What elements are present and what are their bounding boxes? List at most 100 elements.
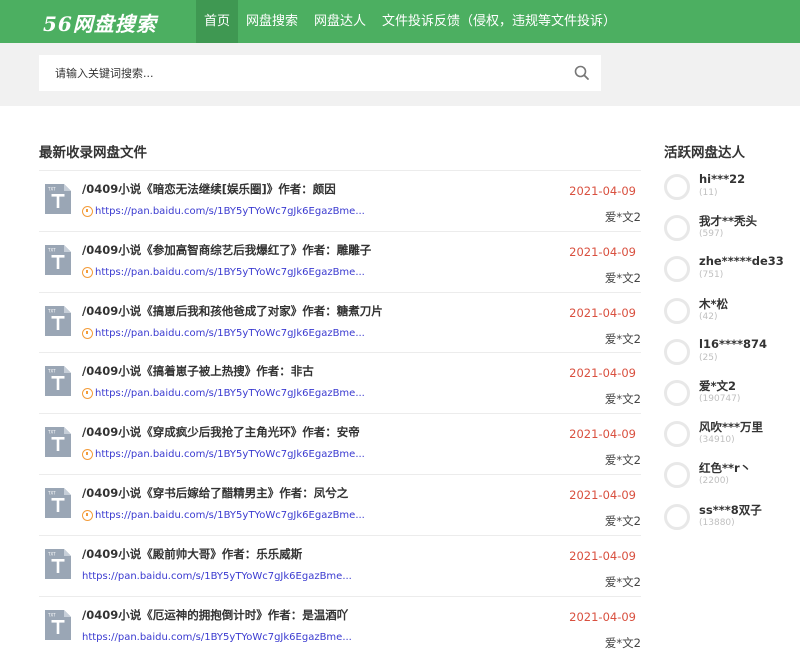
expert-item[interactable]: 风吹***万里 (34910) xyxy=(664,417,800,458)
expert-item[interactable]: 木*松 (42) xyxy=(664,294,800,335)
expert-name[interactable]: zhe*****de33 xyxy=(699,254,784,268)
avatar[interactable] xyxy=(664,215,690,242)
avatar[interactable] xyxy=(664,421,690,448)
user-list: hi***22 (11) 我才**秃头 (597) zhe*****de33 (751) 木… xyxy=(664,170,800,541)
file-link[interactable]: https://pan.baidu.com/s/1BY5yTYoWc7gJk6E… xyxy=(95,449,365,460)
expert-name[interactable]: 红色**r丶 xyxy=(699,460,751,476)
search-input[interactable] xyxy=(39,55,559,91)
file-link[interactable]: https://pan.baidu.com/s/1BY5yTYoWc7gJk6E… xyxy=(95,388,365,399)
file-list-item: TXT/0409小说《暗恋无法继续[娱乐圈]》作者：颇因 https://pan.… xyxy=(39,170,641,231)
file-uploader[interactable]: 爱*文2 xyxy=(605,635,641,651)
svg-text:TXT: TXT xyxy=(47,369,56,374)
expert-item[interactable]: hi***22 (11) xyxy=(664,170,800,211)
txt-file-icon: TXT xyxy=(45,548,71,579)
clock-icon xyxy=(82,206,93,217)
clock-icon xyxy=(82,509,93,521)
file-title[interactable]: /0409小说《穿书后嫁给了醋精男主》作者：凤兮之 xyxy=(82,485,348,501)
file-uploader[interactable]: 爱*文2 xyxy=(605,452,641,468)
file-uploader[interactable]: 爱*文2 xyxy=(605,331,641,347)
expert-item[interactable]: zhe*****de33 (751) xyxy=(664,252,800,293)
file-link[interactable]: https://pan.baidu.com/s/1BY5yTYoWc7gJk6E… xyxy=(82,632,352,643)
expert-item[interactable]: 爱*文2 (190747) xyxy=(664,376,800,417)
clock-icon xyxy=(82,266,93,278)
avatar[interactable] xyxy=(664,256,690,283)
file-title[interactable]: /0409小说《厄运神的拥抱倒计时》作者：是温酒吖 xyxy=(82,607,348,623)
file-date: 2021-04-09 xyxy=(569,305,636,320)
file-title[interactable]: /0409小说《穿成疯少后我抢了主角光环》作者：安帝 xyxy=(82,424,360,440)
file-link[interactable]: https://pan.baidu.com/s/1BY5yTYoWc7gJk6E… xyxy=(95,206,365,217)
txt-file-icon: TXT xyxy=(45,244,71,275)
file-uploader[interactable]: 爱*文2 xyxy=(605,209,641,225)
file-title[interactable]: /0409小说《搞崽后我和孩他爸成了对家》作者：糖煮刀片 xyxy=(82,303,383,319)
file-link-row: https://pan.baidu.com/s/1BY5yTYoWc7gJk6E… xyxy=(82,571,352,582)
expert-count: (2200) xyxy=(699,476,729,487)
expert-name[interactable]: 风吹***万里 xyxy=(699,419,763,435)
expert-name[interactable]: l16****874 xyxy=(699,337,767,351)
expert-item[interactable]: 红色**r丶 (2200) xyxy=(664,458,800,499)
top-header: 56网盘搜索 首页 网盘搜索 网盘达人 文件投诉反馈（侵权，违规等文件投诉） xyxy=(0,0,800,43)
file-uploader[interactable]: 爱*文2 xyxy=(605,513,641,529)
expert-count: (42) xyxy=(699,311,718,322)
expert-name[interactable]: 爱*文2 xyxy=(699,378,736,394)
file-date: 2021-04-09 xyxy=(569,184,636,198)
file-link[interactable]: https://pan.baidu.com/s/1BY5yTYoWc7gJk6E… xyxy=(95,328,365,339)
file-date: 2021-04-09 xyxy=(569,548,636,563)
main-nav: 首页 网盘搜索 网盘达人 文件投诉反馈（侵权，违规等文件投诉） xyxy=(196,0,624,43)
file-list-item: TXT/0409小说《厄运神的拥抱倒计时》作者：是温酒吖 https://pan.… xyxy=(39,595,641,657)
file-title[interactable]: /0409小说《殿前帅大哥》作者：乐乐威斯 xyxy=(82,546,302,562)
file-link-row: https://pan.baidu.com/s/1BY5yTYoWc7gJk6E… xyxy=(82,388,365,400)
file-date: 2021-04-09 xyxy=(569,366,636,381)
file-date: 2021-04-09 xyxy=(569,427,636,442)
avatar[interactable] xyxy=(664,297,690,324)
file-title[interactable]: /0409小说《暗恋无法继续[娱乐圈]》作者：颇因 xyxy=(82,181,336,197)
avatar[interactable] xyxy=(664,338,690,365)
expert-count: (751) xyxy=(699,270,724,281)
nav-pan-experts[interactable]: 网盘达人 xyxy=(306,0,374,43)
avatar[interactable] xyxy=(664,462,690,489)
expert-name[interactable]: 我才**秃头 xyxy=(699,213,757,229)
expert-item[interactable]: ss***8双子 (13880) xyxy=(664,500,800,541)
file-uploader[interactable]: 爱*文2 xyxy=(605,270,641,286)
nav-home[interactable]: 首页 xyxy=(196,0,239,43)
expert-count: (11) xyxy=(699,188,718,198)
file-link-row: https://pan.baidu.com/s/1BY5yTYoWc7gJk6E… xyxy=(82,266,365,278)
svg-text:TXT: TXT xyxy=(47,187,56,192)
expert-count: (597) xyxy=(699,229,724,240)
avatar[interactable] xyxy=(664,174,690,200)
avatar[interactable] xyxy=(664,379,690,406)
file-link[interactable]: https://pan.baidu.com/s/1BY5yTYoWc7gJk6E… xyxy=(82,571,352,582)
expert-item[interactable]: l16****874 (25) xyxy=(664,335,800,376)
avatar[interactable] xyxy=(664,503,690,530)
site-logo[interactable]: 56网盘搜索 xyxy=(43,8,157,37)
search-icon[interactable] xyxy=(573,64,591,82)
file-link[interactable]: https://pan.baidu.com/s/1BY5yTYoWc7gJk6E… xyxy=(95,267,365,278)
txt-file-icon: TXT xyxy=(45,487,71,518)
expert-name[interactable]: hi***22 xyxy=(699,172,745,186)
search-box xyxy=(39,55,601,91)
file-title[interactable]: /0409小说《搞着崽子被上热搜》作者：非古 xyxy=(82,363,314,379)
file-link[interactable]: https://pan.baidu.com/s/1BY5yTYoWc7gJk6E… xyxy=(95,510,365,521)
file-list: TXT/0409小说《暗恋无法继续[娱乐圈]》作者：颇因 https://pan.… xyxy=(39,170,641,656)
file-link-row: https://pan.baidu.com/s/1BY5yTYoWc7gJk6E… xyxy=(82,206,365,217)
sidebar-title: 活跃网盘达人 xyxy=(664,145,745,161)
nav-pan-search[interactable]: 网盘搜索 xyxy=(238,0,306,43)
file-date: 2021-04-09 xyxy=(569,244,636,259)
svg-text:TXT: TXT xyxy=(47,430,56,435)
file-list-item: TXT/0409小说《搞崽后我和孩他爸成了对家》作者：糖煮刀片 https://p… xyxy=(39,291,641,353)
nav-complaint[interactable]: 文件投诉反馈（侵权，违规等文件投诉） xyxy=(374,0,624,43)
txt-file-icon: TXT xyxy=(45,609,71,640)
file-title[interactable]: /0409小说《参加高智商综艺后我爆红了》作者：雕雕子 xyxy=(82,242,371,258)
expert-count: (34910) xyxy=(699,435,735,446)
expert-count: (190747) xyxy=(699,393,741,404)
file-uploader[interactable]: 爱*文2 xyxy=(605,391,641,407)
expert-name[interactable]: ss***8双子 xyxy=(699,502,762,518)
txt-file-icon: TXT xyxy=(45,305,71,336)
file-list-item: TXT/0409小说《参加高智商综艺后我爆红了》作者：雕雕子 https://pa… xyxy=(39,230,641,292)
svg-text:TXT: TXT xyxy=(47,551,56,556)
file-link-row: https://pan.baidu.com/s/1BY5yTYoWc7gJk6E… xyxy=(82,632,352,643)
expert-item[interactable]: 我才**秃头 (597) xyxy=(664,211,800,252)
file-uploader[interactable]: 爱*文2 xyxy=(605,574,641,590)
expert-name[interactable]: 木*松 xyxy=(699,296,728,312)
file-link-row: https://pan.baidu.com/s/1BY5yTYoWc7gJk6E… xyxy=(82,449,365,461)
file-list-item: TXT/0409小说《搞着崽子被上热搜》作者：非古 https://pan.bai… xyxy=(39,352,641,413)
